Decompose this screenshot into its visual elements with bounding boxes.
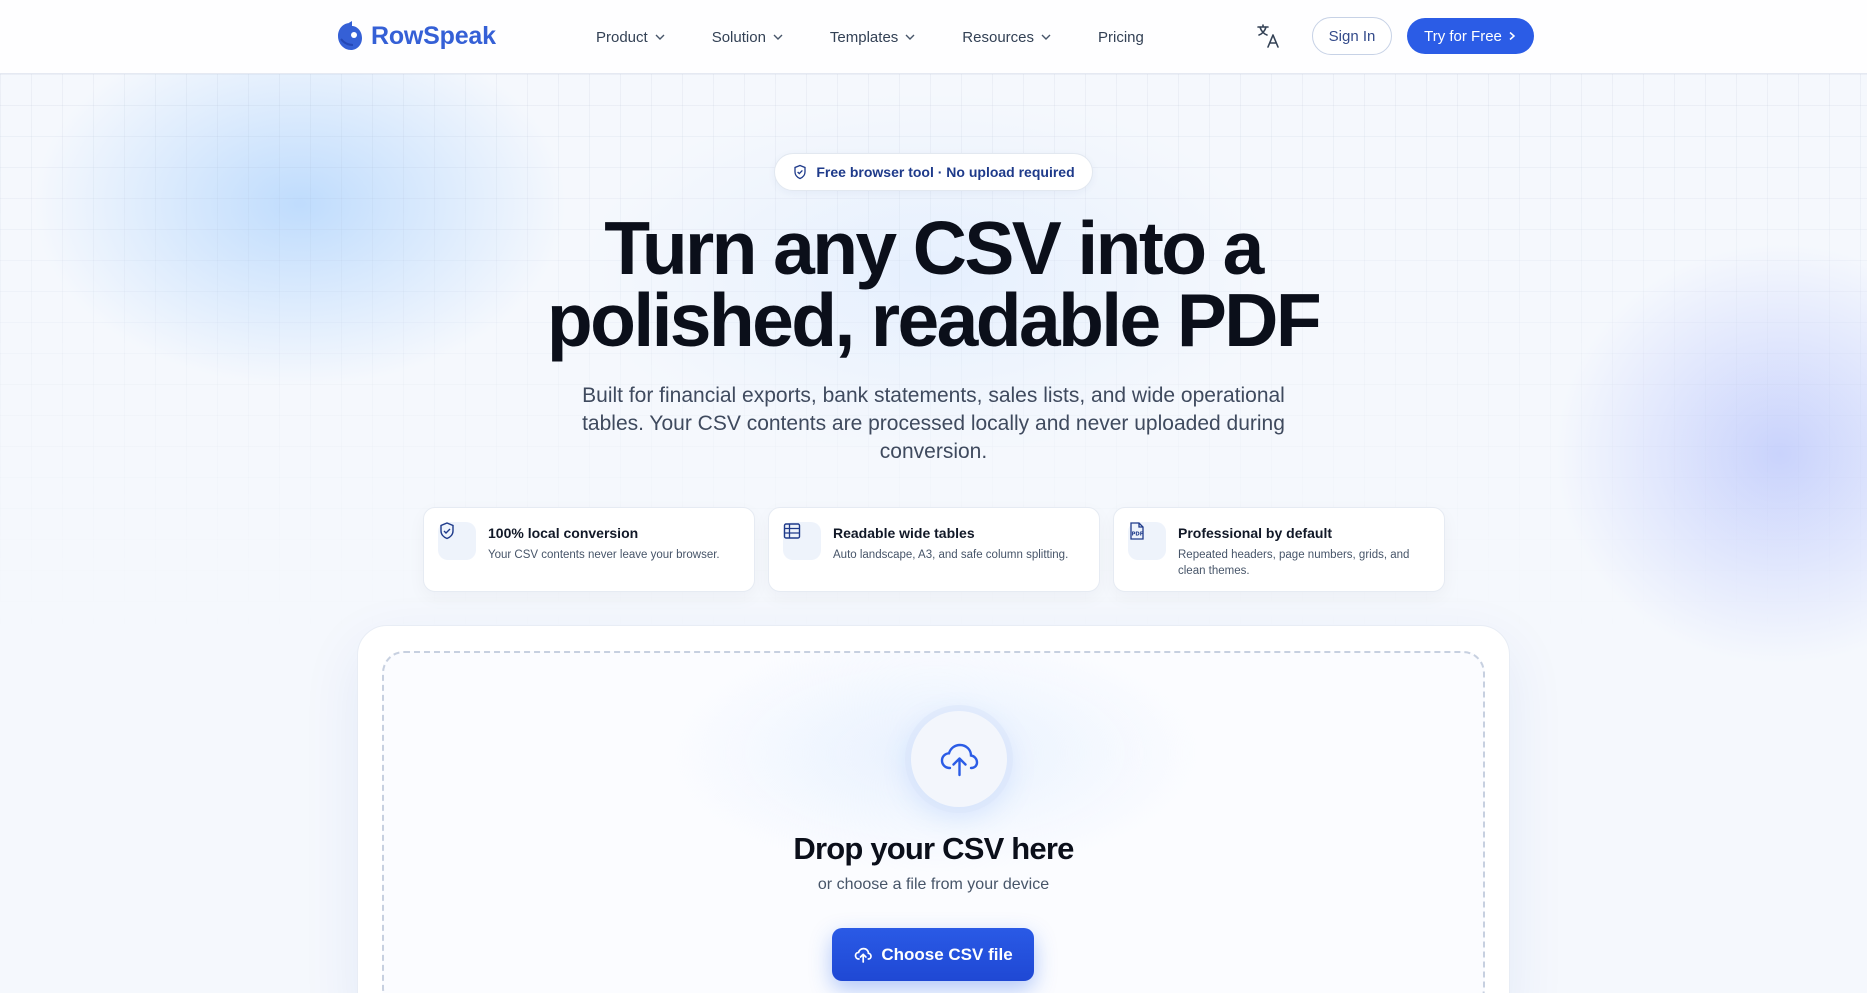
dropzone-title: Drop your CSV here <box>793 831 1074 866</box>
try-for-free-button[interactable]: Try for Free <box>1407 18 1534 54</box>
logo-mark-icon <box>338 21 362 50</box>
main-nav: Product Solution Templates Resources Pri… <box>596 0 1190 74</box>
nav-item-product[interactable]: Product <box>596 29 666 46</box>
feature-title: Readable wide tables <box>833 525 975 541</box>
nav-item-pricing[interactable]: Pricing <box>1098 29 1144 46</box>
feature-card-professional: PDF Professional by default Repeated hea… <box>1113 507 1445 592</box>
nav-item-label: Product <box>596 28 648 46</box>
chevron-down-icon <box>905 34 915 40</box>
table-icon <box>783 523 801 539</box>
hero-subtitle: Built for financial exports, bank statem… <box>582 384 1285 463</box>
nav-item-label: Templates <box>829 28 899 46</box>
choose-csv-button[interactable]: Choose CSV file <box>832 928 1034 981</box>
pdf-file-icon: PDF <box>1130 522 1144 540</box>
feature-description: Your CSV contents never leave your brows… <box>488 549 720 561</box>
try-for-free-label: Try for Free <box>1424 27 1502 45</box>
nav-item-label: Pricing <box>1098 28 1144 46</box>
sign-in-button[interactable]: Sign In <box>1312 17 1392 55</box>
feature-description: Repeated headers, page numbers, grids, a… <box>1178 549 1410 577</box>
feature-card-local: 100% local conversion Your CSV contents … <box>423 507 755 592</box>
feature-description: Auto landscape, A3, and safe column spli… <box>833 549 1069 561</box>
hero-badge: Free browser tool · No upload required <box>774 153 1093 191</box>
chevron-down-icon <box>773 34 783 40</box>
hero-badge-label: Free browser tool · No upload required <box>816 164 1075 180</box>
feature-title: Professional by default <box>1178 525 1333 541</box>
choose-csv-label: Choose CSV file <box>881 944 1013 964</box>
nav-item-templates[interactable]: Templates <box>830 29 916 46</box>
chevron-right-icon <box>1509 31 1516 41</box>
dropzone-subtitle: or choose a file from your device <box>817 876 1050 893</box>
nav-item-solution[interactable]: Solution <box>712 29 784 46</box>
site-header: RowSpeak Product Solution Templates Reso… <box>0 0 1867 74</box>
shield-check-icon <box>440 522 454 540</box>
feature-icon-box <box>438 522 476 560</box>
nav-item-label: Solution <box>711 28 766 46</box>
chevron-down-icon <box>1041 34 1051 40</box>
svg-text:PDF: PDF <box>1132 532 1144 538</box>
chevron-down-icon <box>655 34 665 40</box>
upload-icon-circle <box>911 711 1007 807</box>
nav-item-label: Resources <box>962 28 1034 46</box>
nav-item-resources[interactable]: Resources <box>962 29 1052 46</box>
shield-check-icon <box>794 164 807 180</box>
feature-title: 100% local conversion <box>488 525 639 541</box>
feature-icon-box: PDF <box>1128 522 1166 560</box>
cloud-upload-icon <box>940 743 979 777</box>
hero-title-line-2: polished, readable PDF <box>546 278 1322 362</box>
brand-name: RowSpeak <box>371 21 496 50</box>
translate-icon[interactable] <box>1256 23 1280 49</box>
feature-card-wide-tables: Readable wide tables Auto landscape, A3,… <box>768 507 1100 592</box>
hero-title: Turn any CSV into a polished, readable P… <box>433 211 1433 358</box>
logo[interactable]: RowSpeak <box>335 19 496 53</box>
feature-icon-box <box>783 522 821 560</box>
cloud-upload-icon <box>854 947 873 963</box>
